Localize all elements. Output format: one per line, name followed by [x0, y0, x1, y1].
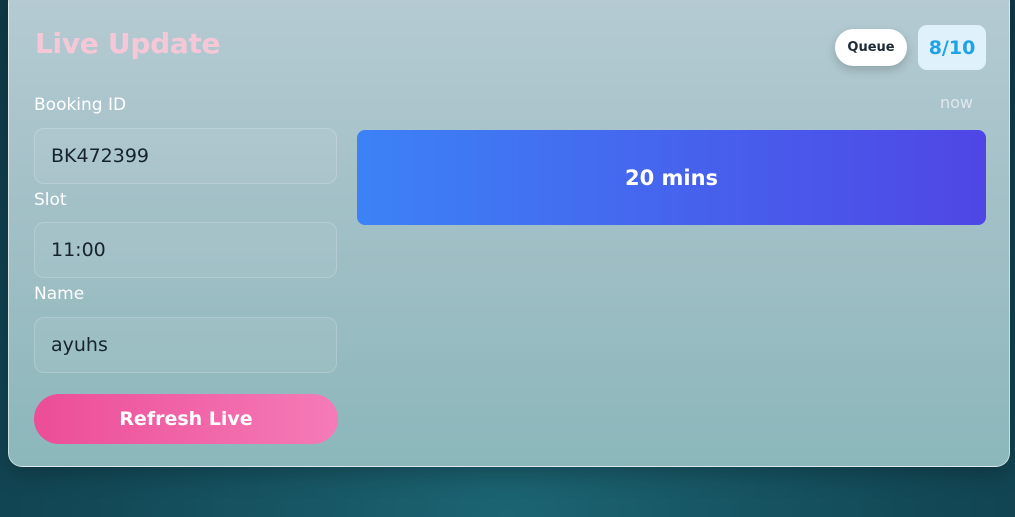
- slot-label: Slot: [34, 190, 67, 210]
- page-title: Live Update: [35, 27, 221, 60]
- slot-field[interactable]: 11:00: [34, 222, 337, 278]
- name-field[interactable]: ayuhs: [34, 317, 337, 373]
- name-label: Name: [34, 284, 85, 304]
- booking-id-field[interactable]: BK472399: [34, 128, 337, 184]
- last-updated-label: now: [940, 93, 974, 112]
- queue-button[interactable]: Queue: [835, 29, 907, 66]
- wait-time-banner: 20 mins: [357, 130, 986, 225]
- queue-count-badge: 8/10: [918, 25, 986, 70]
- booking-id-label: Booking ID: [34, 95, 127, 115]
- live-update-card: Live Update Queue 8/10 Booking ID BK4723…: [8, 0, 1010, 467]
- refresh-live-button[interactable]: Refresh Live: [34, 394, 338, 444]
